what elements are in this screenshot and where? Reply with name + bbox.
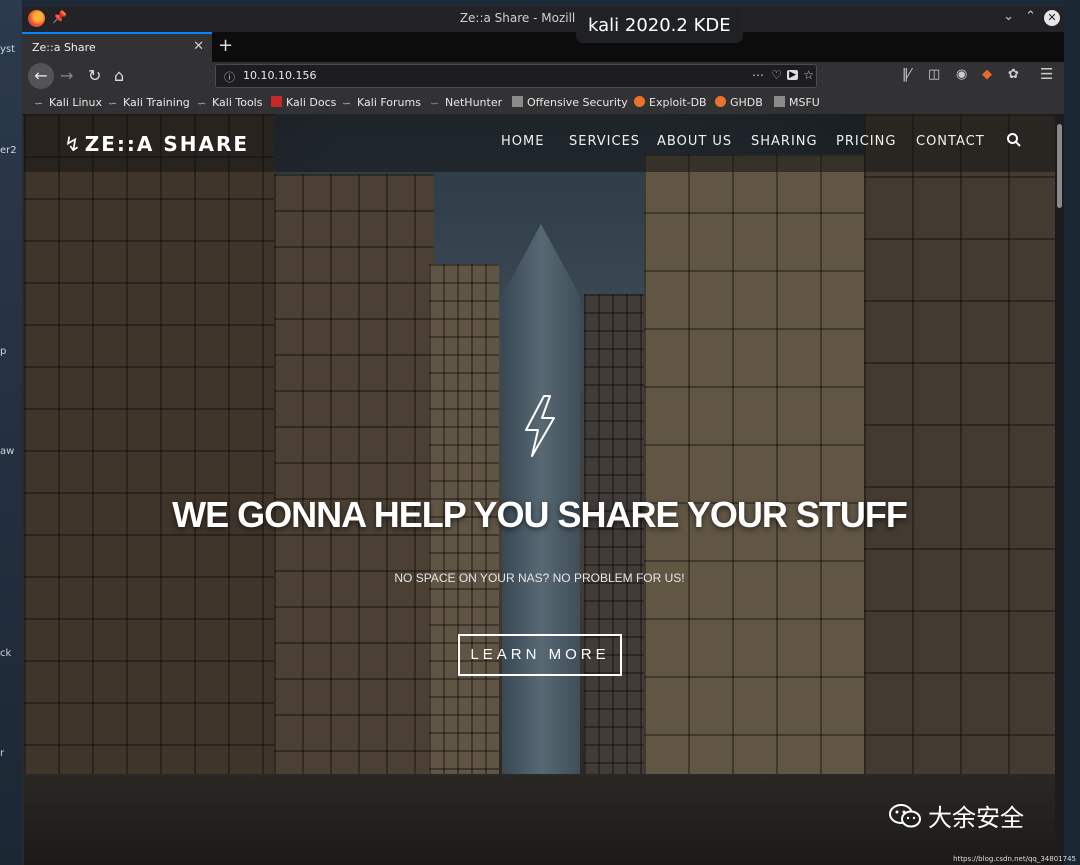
hero-subtitle: NO SPACE ON YOUR NAS? NO PROBLEM FOR US!: [394, 571, 685, 585]
window-close-button[interactable]: ✕: [1044, 10, 1060, 26]
page-actions-icon[interactable]: ⋯: [752, 68, 764, 82]
nav-sharing[interactable]: SHARING: [751, 134, 818, 149]
site-navbar: ↯ ZE::A SHARE HOME SERVICES ABOUT US SHAR…: [24, 114, 1055, 172]
os-version-badge: kali 2020.2 KDE: [576, 9, 743, 43]
sidebar-icon[interactable]: ◫: [928, 67, 940, 82]
kali-dragon-icon: ∽: [108, 97, 118, 110]
bookmark-item[interactable]: MSFU: [774, 96, 820, 109]
page-content: ↯ ZE::A SHARE HOME SERVICES ABOUT US SHAR…: [24, 114, 1055, 865]
tab-strip: Ze::a Share ✕ +: [22, 32, 1064, 62]
watermark-url: https://blog.csdn.net/qq_34801745: [953, 855, 1076, 863]
desktop-icon-label[interactable]: ck: [0, 648, 11, 659]
desktop-icon-label[interactable]: r: [0, 748, 4, 759]
red-book-icon: [271, 96, 282, 107]
site-info-icon[interactable]: ⓘ: [224, 69, 235, 85]
extension-icon[interactable]: ▶: [787, 70, 798, 80]
firefox-window: 📌 Ze::a Share - Mozilla Firefox ⌄ ⌃ ✕ Ze…: [22, 6, 1064, 865]
bookmark-item[interactable]: Exploit-DB: [634, 96, 707, 109]
nav-contact[interactable]: CONTACT: [916, 134, 985, 149]
bookmark-item[interactable]: Kali Docs: [271, 96, 336, 109]
bookmark-item[interactable]: Offensive Security: [512, 96, 628, 109]
kali-dragon-icon: ∽: [430, 97, 440, 110]
account-icon[interactable]: ◉: [956, 67, 967, 82]
bookmark-item[interactable]: ∽ Kali Tools: [197, 96, 262, 110]
lightning-icon: ↯: [64, 132, 83, 156]
learn-more-button[interactable]: LEARN MORE: [458, 634, 622, 676]
url-text[interactable]: 10.10.10.156: [243, 69, 316, 82]
scrollbar-thumb[interactable]: [1057, 124, 1062, 208]
page-scrollbar[interactable]: [1055, 114, 1064, 865]
overlay-dim: [24, 114, 1055, 865]
desktop-icon-label[interactable]: aw: [0, 446, 14, 457]
tab-close-button[interactable]: ✕: [193, 39, 204, 54]
wechat-icon: [889, 804, 921, 828]
forward-button[interactable]: →: [60, 66, 73, 85]
site-logo[interactable]: ↯ ZE::A SHARE: [64, 132, 249, 156]
bookmark-star-icon[interactable]: ☆: [803, 68, 814, 82]
reload-button[interactable]: ↻: [88, 66, 101, 85]
window-titlebar[interactable]: 📌 Ze::a Share - Mozilla Firefox ⌄ ⌃ ✕: [22, 6, 1064, 32]
home-button[interactable]: ⌂: [114, 66, 124, 85]
bookmark-item[interactable]: ∽ Kali Linux: [34, 96, 102, 110]
watermark-text: 大余安全: [928, 804, 1024, 832]
watermark: 大余安全: [888, 798, 1024, 833]
tab-label: Ze::a Share: [32, 41, 96, 54]
nav-about-us[interactable]: ABOUT US: [657, 134, 732, 149]
desktop-icon-label[interactable]: yst: [0, 44, 15, 55]
bookmark-item[interactable]: ∽ Kali Training: [108, 96, 190, 110]
chevron-up-icon[interactable]: ⌃: [1025, 9, 1036, 24]
url-bar[interactable]: ⓘ 10.10.10.156 ⋯ ♡ ▶ ☆: [215, 64, 817, 88]
new-tab-button[interactable]: +: [218, 35, 233, 56]
bookmark-item[interactable]: GHDB: [715, 96, 763, 109]
chevron-down-icon[interactable]: ⌄: [1003, 9, 1014, 24]
kali-dragon-icon: ∽: [197, 97, 207, 110]
desktop-background-right: [1064, 0, 1080, 865]
desktop-background-left: yst er2 p aw ck r: [0, 0, 22, 865]
library-icon[interactable]: ‖⁄: [902, 67, 911, 82]
window-title: Ze::a Share - Mozilla Firefox: [459, 11, 627, 25]
tab-active[interactable]: Ze::a Share ✕: [22, 32, 212, 62]
lightning-icon: [525, 395, 555, 457]
bookmark-item[interactable]: ∽ NetHunter: [430, 96, 502, 110]
offsec-icon: [774, 96, 785, 107]
back-button[interactable]: ←: [28, 63, 54, 89]
hamburger-menu-icon[interactable]: ☰: [1040, 65, 1053, 83]
search-icon[interactable]: [1006, 132, 1022, 148]
desktop-icon-label[interactable]: er2: [0, 145, 17, 156]
nav-services[interactable]: SERVICES: [569, 134, 640, 149]
bookmark-item[interactable]: ∽ Kali Forums: [342, 96, 421, 110]
nav-pricing[interactable]: PRICING: [836, 134, 896, 149]
desktop-icon-label[interactable]: p: [0, 346, 6, 357]
extension-cookie-icon[interactable]: ✿: [1008, 67, 1019, 82]
offsec-icon: [512, 96, 523, 107]
orange-flame-icon: [715, 96, 726, 107]
orange-flame-icon: [634, 96, 645, 107]
kali-dragon-icon: ∽: [34, 97, 44, 110]
extension-fox-icon[interactable]: ◆: [982, 67, 992, 82]
bookmarks-toolbar: ∽ Kali Linux ∽ Kali Training ∽ Kali Tools K…: [22, 92, 1064, 115]
nav-home[interactable]: HOME: [501, 134, 544, 149]
pocket-icon[interactable]: ♡: [771, 68, 782, 82]
navigation-toolbar: ← → ↻ ⌂ ⓘ 10.10.10.156 ⋯ ♡ ▶ ☆ ‖⁄ ◫ ◉ ◆ …: [22, 62, 1064, 92]
kali-dragon-icon: ∽: [342, 97, 352, 110]
hero-title: WE GONNA HELP YOU SHARE YOUR STUFF: [172, 494, 908, 535]
